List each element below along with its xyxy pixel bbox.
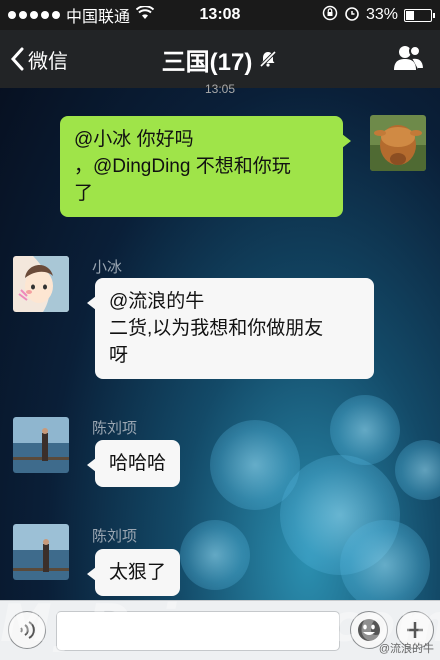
battery-percent: 33% [365,6,398,23]
message-line: @小冰 你好吗 [74,129,194,150]
chat-title: 三国(17) [161,48,253,76]
sender-name: 陈刘项 [92,528,138,545]
message-line: 二货,以为我想和你做朋友 [109,318,324,339]
outgoing-message-bubble[interactable]: @小冰 你好吗 ，@DingDing 不想和你玩 了 [60,116,351,217]
sender-name: 陈刘项 [92,420,138,437]
voice-button[interactable] [8,611,46,649]
image-credit: @流浪的牛 [378,643,434,655]
group-members-icon [394,45,426,70]
message-line: 了 [74,183,94,204]
battery-fill [406,10,414,20]
back-label: 微信 [28,50,68,73]
message-line: @流浪的牛 [109,291,205,312]
wifi-icon [135,5,155,24]
sender-avatar[interactable] [13,417,69,473]
incoming-message-bubble[interactable]: 哈哈哈 [86,440,181,487]
back-button[interactable]: 微信 [10,45,68,74]
voice-icon [20,621,35,639]
plus-icon [407,622,423,638]
chevron-left-icon [10,47,24,71]
battery-icon [404,8,435,22]
chat-screen: 中国联通 13:08 33% 微信 三国(17) 13:05 @小冰 你好吗 ，… [0,0,440,660]
sender-avatar[interactable] [13,524,69,580]
sender-avatar[interactable] [13,256,69,312]
incoming-message-bubble[interactable]: 太狠了 [86,549,181,596]
my-avatar[interactable] [370,115,426,171]
message-line: ，@DingDing 不想和你玩 [74,156,291,177]
incoming-message-bubble[interactable]: @流浪的牛 二货,以为我想和你做朋友 呀 [87,278,374,379]
rotation-lock-icon [322,5,338,26]
message-line: 呀 [109,345,129,366]
carrier-name: 中国联通 [66,9,131,26]
alarm-icon [344,5,360,26]
group-members-button[interactable] [392,43,426,78]
message-line: 太狠了 [109,562,167,583]
message-line: 哈哈哈 [109,453,167,474]
mute-bell-icon [260,50,277,68]
message-timestamp: 13:05 [204,82,236,96]
signal-strength-icon [8,11,60,19]
message-input[interactable] [56,611,340,651]
message-list[interactable]: 13:05 @小冰 你好吗 ，@DingDing 不想和你玩 了 小冰 @流浪的… [0,82,440,600]
input-toolbar: @流浪的牛 [0,600,440,660]
sender-name: 小冰 [92,259,123,276]
status-bar: 中国联通 13:08 33% [0,0,440,30]
navigation-bar: 微信 三国(17) [0,30,440,88]
